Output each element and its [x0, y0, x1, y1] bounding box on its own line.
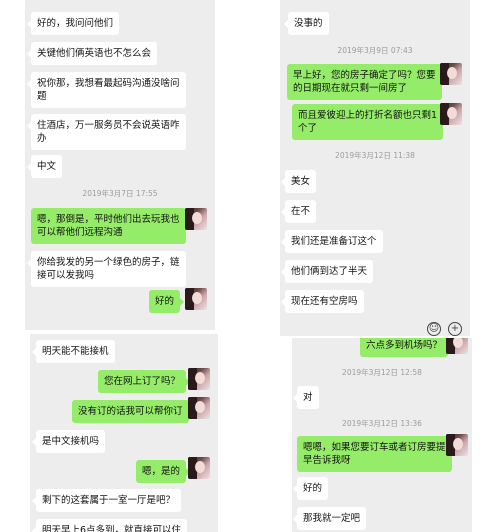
message-bubble-self[interactable]: 嗯嗯，如果您要订车或者订房要提 早告诉我呀: [297, 436, 456, 472]
timestamp: 2019年3月12日 12:58: [342, 368, 422, 377]
avatar[interactable]: [188, 368, 210, 390]
message-bubble[interactable]: 对: [293, 386, 319, 409]
message-bubble-self[interactable]: 早上好，您的房子确定了吗？您要 的日期现在就只剩一间房了: [287, 64, 446, 100]
emoji-icon[interactable]: ☺: [427, 322, 441, 336]
message-bubble[interactable]: 好的，我问问他们: [26, 12, 120, 35]
message-bubble[interactable]: 明天能不能接机: [32, 340, 115, 363]
avatar[interactable]: [440, 103, 462, 125]
message-bubble-self[interactable]: 六点多到机场吗？: [360, 338, 453, 357]
message-bubble[interactable]: 那我就一定吧: [292, 507, 367, 530]
message-text-line: 而且爱彼迎上的打折名额也只剩1: [298, 110, 438, 121]
message-text-line: 早上好，您的房子确定了吗？您要: [293, 70, 436, 81]
avatar[interactable]: [185, 288, 207, 310]
chat-panel-top-right: 没事的 2019年3月9日 07:43 早上好，您的房子确定了吗？您要 的日期现…: [280, 0, 470, 336]
message-bubble[interactable]: 中文: [26, 155, 63, 178]
message-bubble[interactable]: 你给我发的另一个绿色的房子，链 接可以发我吗: [27, 251, 186, 287]
message-bubble[interactable]: 剩下的这套属于一室一厅是吧？: [31, 489, 182, 512]
plus-icon[interactable]: +: [448, 322, 462, 336]
message-bubble-self[interactable]: 没有订的话我可以帮你订: [72, 400, 193, 423]
timestamp: 2019年3月9日 07:43: [337, 46, 413, 55]
avatar[interactable]: [185, 208, 207, 230]
chat-panel-top-left: 好的，我问问他们 关键他们俩英语也不怎么会 祝你那，我想看最起码沟通没啥问 题 …: [25, 0, 215, 330]
message-bubble[interactable]: 住酒店，万一服务员不会说英语咋 办: [27, 114, 186, 150]
message-bubble[interactable]: 在不: [280, 200, 317, 223]
message-bubble[interactable]: 他们俩到达了半天: [280, 260, 374, 283]
chat-panel-bottom-left: 明天能不能接机 您在网上订了吗？ 没有订的话我可以帮你订 是中文接机吗 嗯，是的…: [30, 334, 218, 532]
message-text-line: 接可以发我吗: [37, 270, 95, 281]
timestamp: 2019年3月12日 11:38: [335, 151, 415, 160]
message-bubble-self[interactable]: 好的: [149, 290, 185, 313]
timestamp: 2019年3月7日 17:55: [82, 189, 158, 198]
timestamp: 2019年3月12日 13:36: [342, 419, 422, 428]
avatar[interactable]: [446, 338, 468, 354]
message-bubble-self[interactable]: 而且爱彼迎上的打折名额也只剩1 个了: [292, 104, 448, 140]
message-bubble[interactable]: 祝你那，我想看最起码沟通没啥问 题: [27, 72, 186, 108]
message-bubble[interactable]: 我们还是准备订这个: [281, 230, 383, 253]
message-text-line: 的日期现在就只剩一间房了: [293, 83, 408, 94]
message-text-line: 你给我发的另一个绿色的房子，链: [37, 257, 180, 268]
avatar[interactable]: [188, 457, 210, 479]
avatar[interactable]: [440, 63, 462, 85]
message-bubble[interactable]: 好的: [292, 477, 329, 500]
message-bubble[interactable]: 没事的: [284, 12, 329, 35]
message-text-line: 可以帮他们远程沟通: [37, 227, 123, 238]
message-bubble[interactable]: 关键他们俩英语也不怎么会: [26, 42, 158, 65]
avatar[interactable]: [188, 397, 210, 419]
chat-panel-bottom-right: 六点多到机场吗？ 2019年3月12日 12:58 对 2019年3月12日 1…: [292, 338, 472, 532]
message-bubble[interactable]: 是中文接机吗: [31, 430, 106, 453]
message-text-line: 办: [37, 133, 47, 144]
message-bubble[interactable]: 明天早上6点多到，就直接可以住: [31, 519, 188, 532]
message-text-line: 嗯嗯，如果您要订车或者订房要提: [303, 442, 446, 453]
message-text-line: 早告诉我呀: [303, 455, 351, 466]
message-text-line: 祝你那，我想看最起码沟通没啥问: [37, 78, 180, 89]
message-text-line: 住酒店，万一服务员不会说英语咋: [37, 120, 180, 131]
message-bubble-self[interactable]: 嗯，是的: [136, 460, 191, 483]
message-bubble[interactable]: 美女: [280, 170, 317, 193]
message-bubble-self[interactable]: 您在网上订了吗？: [98, 370, 191, 393]
message-bubble-self[interactable]: 嗯，那倒是，平时他们出去玩我也 可以帮他们远程沟通: [31, 208, 190, 244]
message-text-line: 题: [37, 91, 47, 102]
message-bubble[interactable]: 现在还有空房吗: [281, 290, 364, 313]
avatar[interactable]: [446, 434, 468, 456]
message-text-line: 个了: [298, 123, 318, 134]
message-text-line: 嗯，那倒是，平时他们出去玩我也: [37, 214, 180, 225]
